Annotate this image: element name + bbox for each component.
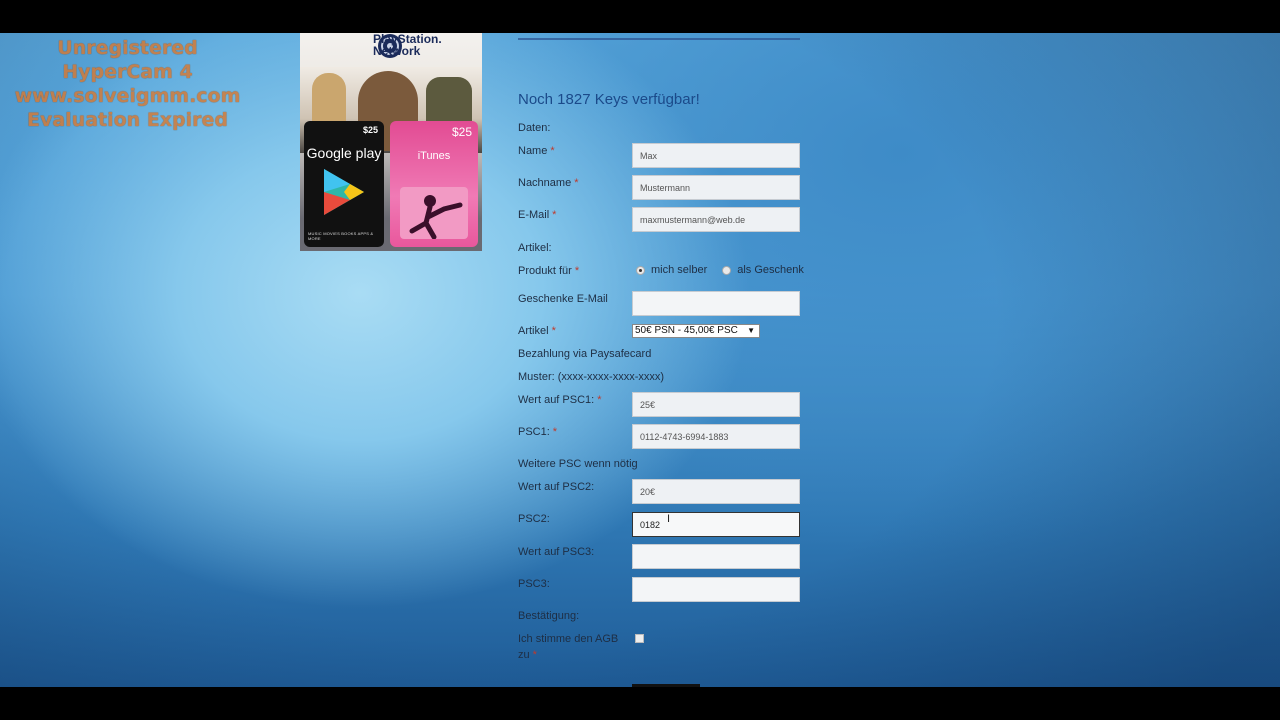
section-daten: Daten:: [518, 122, 551, 134]
wert-psc1-label: Wert auf PSC1: *: [518, 392, 602, 408]
radio-als-geschenk-label[interactable]: als Geschenk: [737, 264, 804, 276]
email-label: E-Mail *: [518, 207, 556, 223]
required-marker: *: [532, 649, 537, 661]
nachname-label-text: Nachname: [518, 177, 572, 189]
google-card-small-text: MUSIC MOVIES BOOKS APPS & MORE: [308, 231, 374, 241]
google-card-price: $25: [362, 125, 378, 135]
google-card-label: Google play: [306, 145, 382, 161]
psc2-label: PSC2:: [518, 513, 550, 525]
artikel-select[interactable]: 50€ PSN - 45,00€ PSC ▼: [632, 324, 760, 338]
required-marker: *: [597, 394, 602, 406]
name-label-text: Name: [518, 145, 548, 157]
itunes-card-price: $25: [451, 125, 472, 139]
wert-psc2-label: Wert auf PSC2:: [518, 481, 595, 493]
wert-psc3-label: Wert auf PSC3:: [518, 546, 595, 558]
nachname-label: Nachname *: [518, 175, 578, 191]
radio-als-geschenk[interactable]: [722, 265, 732, 275]
psc3-label: PSC3:: [518, 578, 550, 590]
psc1-field[interactable]: 0112-4743-6994-1883: [632, 424, 800, 449]
email-label-text: E-Mail: [518, 209, 550, 221]
chevron-down-icon: ▼: [747, 326, 755, 335]
playstation-network-text: PlayStation. Network: [373, 33, 442, 58]
muster-text: Muster: (xxxx-xxxx-xxxx-xxxx): [518, 371, 665, 383]
artikel-select-value: 50€ PSN - 45,00€ PSC: [635, 325, 738, 336]
recorder-watermark: Unregistered HyperCam 4 www.solveigmm.co…: [0, 36, 255, 132]
psc3-field[interactable]: [632, 577, 800, 602]
required-marker: *: [574, 265, 580, 277]
agb-label: Ich stimme den AGB zu *: [518, 631, 622, 663]
artikel-label: Artikel *: [518, 323, 556, 339]
required-marker: *: [550, 145, 555, 157]
psc2-field[interactable]: 0182: [632, 512, 800, 537]
artikel-label-text: Artikel: [518, 325, 549, 337]
bestaetigung-heading: Bestätigung:: [518, 610, 580, 622]
section-artikel: Artikel:: [518, 242, 552, 254]
required-marker: *: [551, 325, 556, 337]
text-cursor-icon: I: [667, 513, 671, 525]
weitere-psc-text: Weitere PSC wenn nötig: [518, 458, 638, 470]
page-title: Noch 1827 Keys verfügbar!: [518, 91, 700, 108]
radio-mich-selber[interactable]: [636, 265, 645, 275]
watermark-line-1: Unregistered HyperCam 4: [57, 37, 198, 83]
email-field[interactable]: maxmustermann@web.de: [632, 207, 800, 232]
radio-mich-selber-label[interactable]: mich selber: [651, 264, 707, 276]
geschenk-email-label: Geschenke E-Mail: [518, 293, 608, 305]
name-field[interactable]: Max: [632, 143, 800, 168]
geschenk-email-field[interactable]: [632, 291, 800, 316]
form-top-divider: [518, 38, 800, 40]
required-marker: *: [574, 177, 579, 189]
watermark-line-2: www.solveigmm.com: [14, 85, 241, 107]
wert-psc2-field[interactable]: 20€: [632, 479, 800, 504]
google-play-card: $25 Google play MUSIC MOVIES BOOKS APPS …: [304, 121, 384, 247]
watermark-line-3: Evaluation Expired: [26, 109, 229, 131]
bezahlung-text: Bezahlung via Paysafecard: [518, 348, 652, 360]
name-label: Name *: [518, 143, 555, 159]
submit-button[interactable]: [632, 684, 700, 687]
psc1-label: PSC1: *: [518, 424, 557, 440]
psc1-label-text: PSC1:: [518, 426, 550, 438]
produkt-label-text: Produkt für: [518, 265, 572, 277]
promo-image: PlayStation. Network $25 Google play MUS…: [300, 33, 482, 251]
produkt-radio-group: mich selber als Geschenk: [636, 264, 804, 276]
required-marker: *: [552, 209, 557, 221]
itunes-card: $25 iTunes: [390, 121, 478, 247]
google-play-icon: [324, 169, 364, 215]
wert-psc1-label-text: Wert auf PSC1:: [518, 394, 595, 406]
dancer-silhouette-icon: [400, 187, 468, 239]
wert-psc1-field[interactable]: 25€: [632, 392, 800, 417]
produkt-label: Produkt für *: [518, 263, 579, 279]
agb-checkbox[interactable]: [635, 634, 644, 643]
itunes-card-label: iTunes: [417, 150, 451, 162]
wert-psc3-field[interactable]: [632, 544, 800, 569]
nachname-field[interactable]: Mustermann: [632, 175, 800, 200]
required-marker: *: [552, 426, 558, 438]
